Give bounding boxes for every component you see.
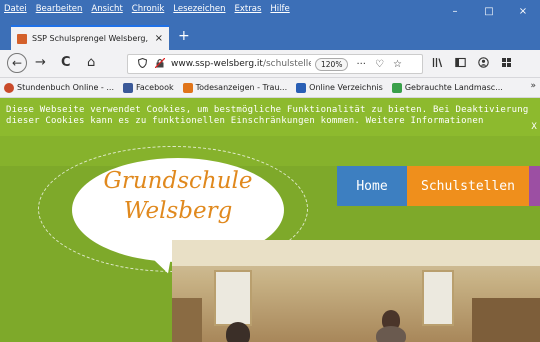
menu-bar: Datei Bearbeiten Ansicht Chronik Lesezei… bbox=[4, 4, 290, 14]
insecure-lock-icon[interactable] bbox=[154, 57, 166, 71]
bookmark-online-verzeichnis[interactable]: Online Verzeichnis bbox=[296, 82, 383, 93]
verzeichnis-favicon-icon bbox=[296, 82, 307, 93]
menu-ansicht[interactable]: Ansicht bbox=[91, 4, 122, 14]
stundenbuch-favicon-icon bbox=[4, 82, 14, 93]
nav-home[interactable]: Home bbox=[337, 166, 407, 206]
bookmark-label: Stundenbuch Online - ... bbox=[17, 83, 114, 92]
pocket-icon[interactable]: ♡ bbox=[375, 59, 384, 70]
cookie-text-line-2[interactable]: dieser Cookies kann es zu funktionellen … bbox=[6, 116, 534, 127]
cookie-banner: Diese Webseite verwendet Cookies, um bes… bbox=[0, 98, 540, 136]
tab-close-icon[interactable]: × bbox=[155, 33, 163, 44]
menu-hilfe[interactable]: Hilfe bbox=[270, 4, 289, 14]
url-host: www.ssp-welsberg.it bbox=[171, 59, 263, 69]
library-icon[interactable] bbox=[432, 57, 443, 71]
sidebar-icon[interactable] bbox=[455, 57, 466, 71]
photo-person bbox=[226, 322, 250, 342]
facebook-icon bbox=[123, 82, 133, 93]
bookmark-label: Online Verzeichnis bbox=[309, 83, 383, 92]
logo-line-2: Welsberg bbox=[123, 198, 233, 224]
toolbar-icons bbox=[432, 57, 512, 71]
school-favicon-icon bbox=[17, 33, 27, 44]
menu-extras[interactable]: Extras bbox=[235, 4, 262, 14]
bookmark-label: Facebook bbox=[136, 83, 174, 92]
cookie-text-line-1: Diese Webseite verwendet Cookies, um bes… bbox=[6, 105, 529, 115]
todesanzeigen-favicon-icon bbox=[182, 82, 193, 93]
new-tab-button[interactable]: + bbox=[178, 28, 190, 44]
tab-strip: SSP Schulsprengel Welsberg, G × + bbox=[0, 22, 540, 50]
nav-next-item[interactable] bbox=[529, 166, 540, 206]
url-text[interactable]: www.ssp-welsberg.it/schulstelle bbox=[171, 59, 311, 69]
bookmark-stundenbuch[interactable]: Stundenbuch Online - ... bbox=[4, 82, 114, 93]
bookmarks-toolbar: Stundenbuch Online - ... Facebook Todesa… bbox=[0, 78, 540, 98]
web-content: Diese Webseite verwendet Cookies, um bes… bbox=[0, 98, 540, 342]
nav-schulstellen-label: Schulstellen bbox=[421, 178, 515, 194]
photo-ceiling bbox=[172, 240, 540, 266]
bookmarks-overflow-icon[interactable]: » bbox=[530, 81, 536, 91]
cookie-close-button[interactable]: X bbox=[531, 122, 537, 133]
zoom-level-badge[interactable]: 120% bbox=[315, 57, 349, 71]
menu-datei[interactable]: Datei bbox=[4, 4, 27, 14]
menu-chronik[interactable]: Chronik bbox=[132, 4, 165, 14]
photo-shelf bbox=[472, 298, 540, 342]
school-site: Grundschule Welsberg Home Schulstellen bbox=[0, 136, 540, 342]
back-button[interactable]: ← bbox=[7, 53, 27, 73]
bookmark-label: Todesanzeigen - Trau... bbox=[195, 83, 288, 92]
menu-bearbeiten[interactable]: Bearbeiten bbox=[36, 4, 83, 14]
photo-window bbox=[214, 270, 252, 326]
photo-shelf bbox=[172, 298, 202, 342]
window-controls: – □ × bbox=[438, 0, 540, 22]
forward-button[interactable]: → bbox=[35, 55, 46, 70]
bookmark-label: Gebrauchte Landmasc... bbox=[404, 83, 503, 92]
home-button[interactable]: ⌂ bbox=[87, 55, 95, 70]
close-window-button[interactable]: × bbox=[506, 0, 540, 22]
bookmark-facebook[interactable]: Facebook bbox=[123, 82, 174, 93]
bookmark-todesanzeigen[interactable]: Todesanzeigen - Trau... bbox=[182, 82, 288, 93]
account-icon[interactable] bbox=[478, 57, 489, 71]
url-bar[interactable]: www.ssp-welsberg.it/schulstelle 120% ···… bbox=[127, 54, 423, 74]
classroom-photo bbox=[172, 240, 540, 342]
page-actions-menu-icon[interactable]: ··· bbox=[356, 59, 366, 70]
reload-button[interactable]: C bbox=[61, 55, 71, 70]
minimize-button[interactable]: – bbox=[438, 0, 472, 22]
title-bar: Datei Bearbeiten Ansicht Chronik Lesezei… bbox=[0, 0, 540, 22]
menu-lesezeichen[interactable]: Lesezeichen bbox=[173, 4, 225, 14]
navigation-toolbar: ← → C ⌂ www.ssp-welsberg.it/schulstelle … bbox=[0, 50, 540, 78]
bookmark-gebrauchte-landmaschinen[interactable]: Gebrauchte Landmasc... bbox=[391, 82, 503, 93]
extension-icon[interactable] bbox=[501, 57, 512, 71]
page-action-icons: ··· ♡ ☆ bbox=[356, 59, 401, 70]
nav-home-label: Home bbox=[356, 178, 388, 194]
tab-title: SSP Schulsprengel Welsberg, G bbox=[32, 34, 150, 43]
photo-person bbox=[376, 326, 406, 342]
browser-window: Datei Bearbeiten Ansicht Chronik Lesezei… bbox=[0, 0, 540, 342]
nav-schulstellen[interactable]: Schulstellen bbox=[407, 166, 529, 206]
tab-active[interactable]: SSP Schulsprengel Welsberg, G × bbox=[11, 25, 169, 50]
tracking-shield-icon[interactable] bbox=[137, 57, 148, 71]
landmaschinen-favicon-icon bbox=[391, 82, 402, 93]
main-navigation: Home Schulstellen bbox=[337, 166, 540, 206]
logo-line-1: Grundschule bbox=[103, 168, 253, 194]
maximize-button[interactable]: □ bbox=[472, 0, 506, 22]
photo-window bbox=[422, 270, 454, 326]
bookmark-star-icon[interactable]: ☆ bbox=[393, 59, 402, 70]
url-path: /schulstelle bbox=[262, 59, 311, 69]
